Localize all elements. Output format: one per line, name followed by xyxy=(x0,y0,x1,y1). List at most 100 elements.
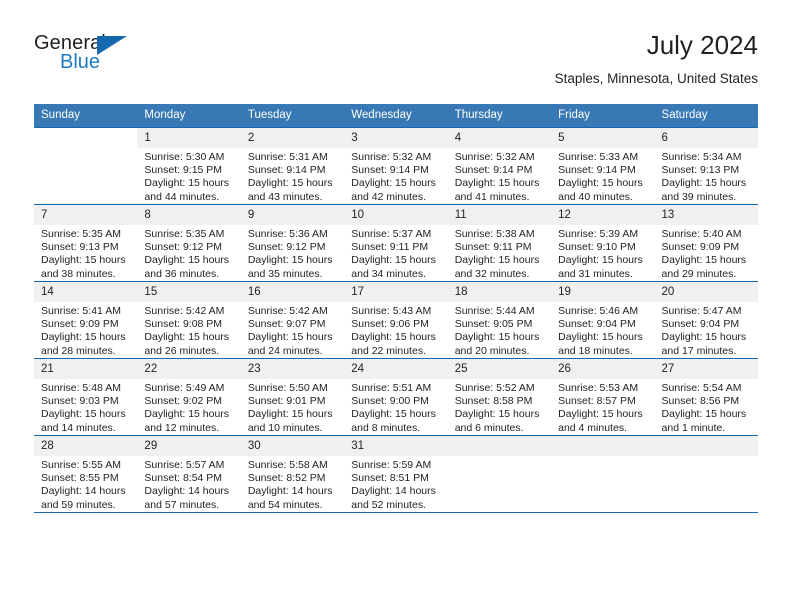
daylight-text-line1: Daylight: 15 hours xyxy=(661,177,747,190)
day-sun-info: Sunrise: 5:42 AM Sunset: 9:08 PM Daylight:… xyxy=(137,302,240,358)
day-cell-content: 12 Sunrise: 5:39 AM Sunset: 9:10 PM Dayligh… xyxy=(551,205,655,281)
day-number: 2 xyxy=(240,128,345,148)
triangle-icon xyxy=(97,36,127,55)
calendar-day-cell[interactable]: 2 Sunrise: 5:31 AM Sunset: 9:14 PM Daylight… xyxy=(240,127,345,205)
calendar-day-cell[interactable]: 28 Sunrise: 5:55 AM Sunset: 8:55 PM Dayligh… xyxy=(34,435,138,512)
daylight-text-line2: and 4 minutes. xyxy=(558,421,627,434)
daylight-text-line1: Daylight: 15 hours xyxy=(41,408,126,421)
calendar-day-cell[interactable]: 11 Sunrise: 5:38 AM Sunset: 9:11 PM Dayligh… xyxy=(447,204,552,282)
calendar-day-cell[interactable]: 14 Sunrise: 5:41 AM Sunset: 9:09 PM Dayligh… xyxy=(34,281,138,359)
daylight-text-line2: and 26 minutes. xyxy=(144,344,220,357)
day-number: 8 xyxy=(137,205,241,225)
calendar-day-cell[interactable] xyxy=(34,127,138,205)
calendar-day-cell[interactable]: 22 Sunrise: 5:49 AM Sunset: 9:02 PM Dayligh… xyxy=(137,358,241,436)
calendar-day-cell[interactable]: 9 Sunrise: 5:36 AM Sunset: 9:12 PM Daylight… xyxy=(240,204,345,282)
day-number: 10 xyxy=(344,205,448,225)
calendar-day-cell[interactable]: 10 Sunrise: 5:37 AM Sunset: 9:11 PM Dayligh… xyxy=(344,204,448,282)
calendar-day-cell[interactable]: 6 Sunrise: 5:34 AM Sunset: 9:13 PM Daylight… xyxy=(654,127,758,205)
calendar-day-cell[interactable]: 12 Sunrise: 5:39 AM Sunset: 9:10 PM Dayligh… xyxy=(551,204,655,282)
day-number xyxy=(447,436,552,456)
calendar-day-cell[interactable] xyxy=(551,435,655,512)
day-sun-info: Sunrise: 5:36 AM Sunset: 9:12 PM Daylight:… xyxy=(241,225,344,281)
calendar-day-cell[interactable] xyxy=(447,435,552,512)
day-sun-info: Sunrise: 5:40 AM Sunset: 9:09 PM Daylight:… xyxy=(655,225,758,281)
day-cell-content: 11 Sunrise: 5:38 AM Sunset: 9:11 PM Dayligh… xyxy=(447,205,552,281)
day-cell-content: 31 Sunrise: 5:59 AM Sunset: 8:51 PM Dayligh… xyxy=(344,436,448,512)
calendar-day-cell[interactable]: 29 Sunrise: 5:57 AM Sunset: 8:54 PM Dayligh… xyxy=(137,435,241,512)
sunset-text: Sunset: 9:14 PM xyxy=(247,164,326,177)
sunrise-text: Sunrise: 5:54 AM xyxy=(661,382,742,394)
day-number: 21 xyxy=(34,359,138,379)
sunrise-text: Sunrise: 5:39 AM xyxy=(558,228,639,240)
calendar-day-cell[interactable]: 24 Sunrise: 5:51 AM Sunset: 9:00 PM Dayligh… xyxy=(344,358,448,436)
calendar-day-cell[interactable]: 5 Sunrise: 5:33 AM Sunset: 9:14 PM Daylight… xyxy=(551,127,655,205)
day-sun-info: Sunrise: 5:41 AM Sunset: 9:09 PM Daylight:… xyxy=(34,302,137,358)
day-cell-content xyxy=(34,128,138,204)
sunrise-text: Sunrise: 5:41 AM xyxy=(41,305,121,317)
calendar-week-row: 28 Sunrise: 5:55 AM Sunset: 8:55 PM Dayligh… xyxy=(34,435,758,512)
daylight-text-line2: and 17 minutes. xyxy=(661,344,737,357)
weekday-header-wednesday: Wednesday xyxy=(344,104,448,128)
calendar-day-cell[interactable]: 7 Sunrise: 5:35 AM Sunset: 9:13 PM Daylight… xyxy=(34,204,138,282)
general-blue-logo[interactable]: General Blue xyxy=(34,30,144,82)
sunrise-text: Sunrise: 5:47 AM xyxy=(661,305,742,317)
calendar-day-cell[interactable]: 19 Sunrise: 5:46 AM Sunset: 9:04 PM Dayligh… xyxy=(551,281,655,359)
day-number: 27 xyxy=(654,359,758,379)
day-cell-content: 2 Sunrise: 5:31 AM Sunset: 9:14 PM Daylight… xyxy=(240,128,345,204)
calendar-day-cell[interactable]: 25 Sunrise: 5:52 AM Sunset: 8:58 PM Dayligh… xyxy=(447,358,552,436)
day-sun-info: Sunrise: 5:35 AM Sunset: 9:13 PM Daylight:… xyxy=(34,225,137,281)
calendar-day-cell[interactable]: 3 Sunrise: 5:32 AM Sunset: 9:14 PM Daylight… xyxy=(344,127,448,205)
calendar-day-cell[interactable]: 13 Sunrise: 5:40 AM Sunset: 9:09 PM Dayligh… xyxy=(654,204,758,282)
calendar-day-cell[interactable]: 4 Sunrise: 5:32 AM Sunset: 9:14 PM Daylight… xyxy=(447,127,552,205)
weekday-header-monday: Monday xyxy=(137,104,241,128)
sunrise-text: Sunrise: 5:34 AM xyxy=(661,151,742,163)
sunset-text: Sunset: 8:58 PM xyxy=(454,395,533,408)
day-cell-content: 9 Sunrise: 5:36 AM Sunset: 9:12 PM Daylight… xyxy=(240,205,345,281)
sunset-text: Sunset: 8:54 PM xyxy=(144,472,223,485)
calendar-day-cell[interactable]: 23 Sunrise: 5:50 AM Sunset: 9:01 PM Dayligh… xyxy=(240,358,345,436)
calendar-day-cell[interactable]: 15 Sunrise: 5:42 AM Sunset: 9:08 PM Dayligh… xyxy=(137,281,241,359)
day-number xyxy=(551,436,655,456)
daylight-text-line2: and 52 minutes. xyxy=(351,498,426,511)
day-cell-content: 21 Sunrise: 5:48 AM Sunset: 9:03 PM Dayligh… xyxy=(34,359,138,435)
day-number: 16 xyxy=(240,282,345,302)
daylight-text-line2: and 36 minutes. xyxy=(144,267,220,280)
daylight-text-line1: Daylight: 15 hours xyxy=(558,254,643,267)
daylight-text-line1: Daylight: 15 hours xyxy=(144,177,230,190)
day-cell-content: 29 Sunrise: 5:57 AM Sunset: 8:54 PM Dayligh… xyxy=(137,436,241,512)
calendar-day-cell[interactable]: 17 Sunrise: 5:43 AM Sunset: 9:06 PM Dayligh… xyxy=(344,281,448,359)
daylight-text-line1: Daylight: 15 hours xyxy=(558,408,643,421)
calendar-day-cell[interactable]: 20 Sunrise: 5:47 AM Sunset: 9:04 PM Dayligh… xyxy=(654,281,758,359)
daylight-text-line1: Daylight: 14 hours xyxy=(41,485,126,498)
day-sun-info: Sunrise: 5:37 AM Sunset: 9:11 PM Daylight:… xyxy=(344,225,447,281)
calendar-day-cell[interactable]: 30 Sunrise: 5:58 AM Sunset: 8:52 PM Dayligh… xyxy=(240,435,345,512)
calendar-week-row: 14 Sunrise: 5:41 AM Sunset: 9:09 PM Dayligh… xyxy=(34,281,758,359)
sunset-text: Sunset: 8:56 PM xyxy=(661,395,740,408)
day-cell-content: 30 Sunrise: 5:58 AM Sunset: 8:52 PM Dayligh… xyxy=(240,436,345,512)
calendar-day-cell[interactable]: 21 Sunrise: 5:48 AM Sunset: 9:03 PM Dayligh… xyxy=(34,358,138,436)
day-number: 14 xyxy=(34,282,138,302)
calendar-day-cell[interactable] xyxy=(654,435,758,512)
calendar-day-cell[interactable]: 1 Sunrise: 5:30 AM Sunset: 9:15 PM Daylight… xyxy=(137,127,241,205)
calendar-day-cell[interactable]: 8 Sunrise: 5:35 AM Sunset: 9:12 PM Daylight… xyxy=(137,204,241,282)
day-number: 17 xyxy=(344,282,448,302)
calendar-day-cell[interactable]: 18 Sunrise: 5:44 AM Sunset: 9:05 PM Dayligh… xyxy=(447,281,552,359)
daylight-text-line1: Daylight: 15 hours xyxy=(454,177,540,190)
calendar-day-cell[interactable]: 31 Sunrise: 5:59 AM Sunset: 8:51 PM Dayligh… xyxy=(344,435,448,512)
calendar-day-cell[interactable]: 27 Sunrise: 5:54 AM Sunset: 8:56 PM Dayligh… xyxy=(654,358,758,436)
day-number: 19 xyxy=(551,282,655,302)
sunset-text: Sunset: 9:14 PM xyxy=(351,164,429,177)
day-cell-content: 7 Sunrise: 5:35 AM Sunset: 9:13 PM Daylight… xyxy=(34,205,138,281)
day-cell-content: 26 Sunrise: 5:53 AM Sunset: 8:57 PM Dayligh… xyxy=(551,359,655,435)
calendar-day-cell[interactable]: 16 Sunrise: 5:42 AM Sunset: 9:07 PM Dayligh… xyxy=(240,281,345,359)
calendar-day-cell[interactable]: 26 Sunrise: 5:53 AM Sunset: 8:57 PM Dayligh… xyxy=(551,358,655,436)
daylight-text-line2: and 59 minutes. xyxy=(41,498,116,511)
day-number: 6 xyxy=(654,128,758,148)
sunset-text: Sunset: 9:02 PM xyxy=(144,395,223,408)
daylight-text-line2: and 20 minutes. xyxy=(454,344,530,357)
weekday-header-tuesday: Tuesday xyxy=(240,104,345,128)
sunset-text: Sunset: 9:12 PM xyxy=(144,241,223,254)
sunset-text: Sunset: 9:08 PM xyxy=(144,318,223,331)
sunrise-text: Sunrise: 5:51 AM xyxy=(351,382,432,394)
sunset-text: Sunset: 9:11 PM xyxy=(351,241,429,254)
